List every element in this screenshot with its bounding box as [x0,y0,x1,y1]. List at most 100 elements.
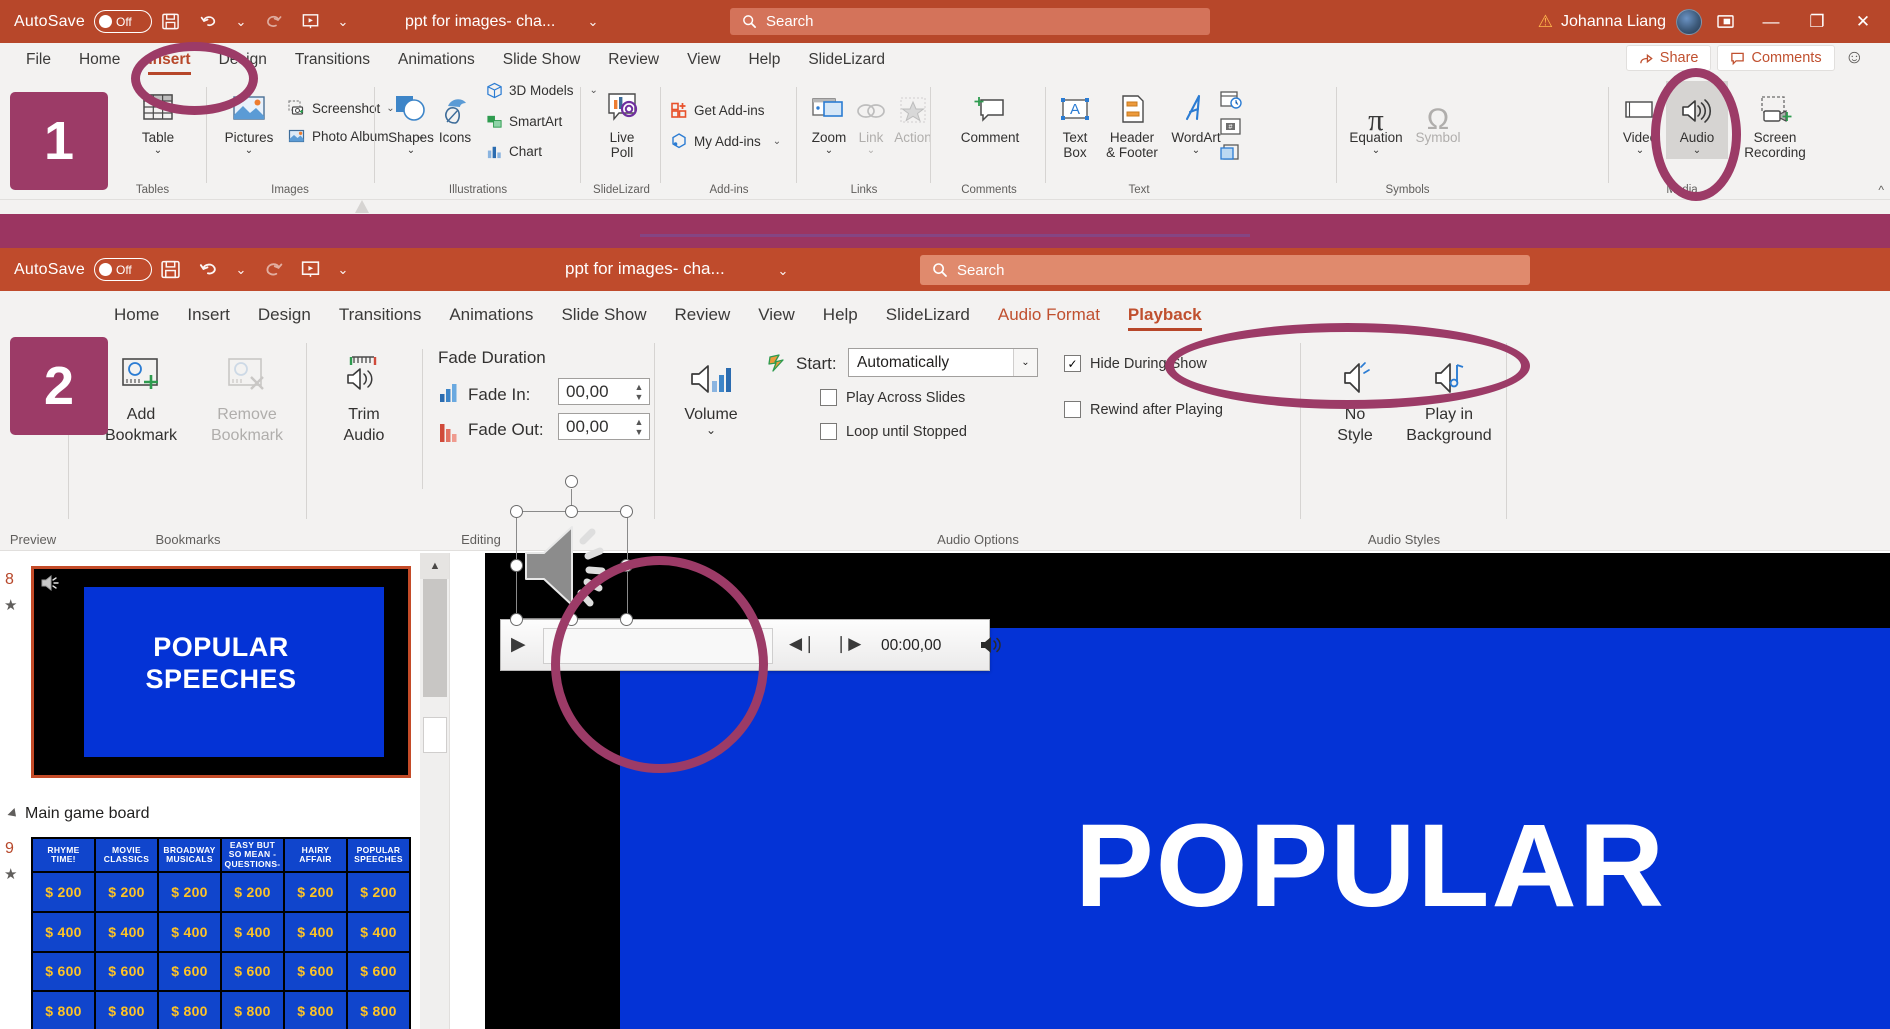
scrollbar-thumb[interactable] [423,579,447,697]
autosave-toggle-w2[interactable]: Off [94,258,152,281]
wordart-button[interactable]: WordArt ⌄ [1167,87,1225,155]
redo-icon[interactable] [254,5,292,39]
wordart-chevron-down-icon[interactable]: ⌄ [1192,146,1200,155]
video-chevron-down-icon[interactable]: ⌄ [1636,146,1644,155]
undo-icon[interactable] [190,5,228,39]
board-value-cell[interactable]: $ 600 [96,953,157,991]
audio-player-bar[interactable]: ▶ ◀❘ ❘▶ 00:00,00 [500,619,990,671]
qat-more-icon-w2[interactable]: ⌄ [330,253,356,287]
board-value-cell[interactable]: $ 600 [33,953,94,991]
player-step-forward-button[interactable]: ❘▶ [834,634,861,654]
share-button[interactable]: Share [1626,45,1712,71]
audio-chevron-down-icon[interactable]: ⌄ [1693,146,1701,155]
board-value-cell[interactable]: $ 400 [285,913,346,951]
handle-bottom-right[interactable] [620,613,633,626]
board-value-cell[interactable]: $ 200 [159,873,220,911]
remove-bookmark-button[interactable]: Remove Bookmark [192,349,302,446]
undo-dropdown-icon[interactable]: ⌄ [228,5,254,39]
zoom-chevron-down-icon[interactable]: ⌄ [825,146,833,155]
thumbnail-scrollbar[interactable]: ▲ [420,553,450,1029]
tab-w2-home[interactable]: Home [100,305,173,333]
live-poll-button[interactable]: Live Poll [592,87,652,160]
volume-button[interactable]: Volume ⌄ [670,349,752,435]
board-header-cell[interactable]: HAIRY AFFAIR [285,839,346,871]
title-dropdown-icon-w1[interactable]: ⌄ [580,5,606,39]
player-step-back-button[interactable]: ◀❘ [789,634,816,654]
start-presentation-icon[interactable] [292,5,330,39]
start-chevron-down-icon[interactable]: ⌄ [1013,349,1037,376]
slide-thumbnail-9-game-board[interactable]: RHYME TIME!MOVIE CLASSICSBROADWAY MUSICA… [31,837,411,1029]
comment-button[interactable]: Comment [952,87,1028,145]
handle-middle-right[interactable] [620,559,633,572]
redo-icon-w2[interactable] [254,253,292,287]
autosave-toggle[interactable]: Off [94,10,152,33]
current-slide[interactable]: POPULAR [485,553,1890,1029]
scrollbar-page-marker[interactable] [423,717,447,753]
tab-w2-audio-format[interactable]: Audio Format [984,305,1114,333]
player-volume-icon[interactable] [979,634,1005,661]
board-value-cell[interactable]: $ 800 [222,992,283,1029]
header-footer-button[interactable]: Header & Footer [1095,87,1169,160]
board-value-cell[interactable]: $ 600 [348,953,409,991]
table-button[interactable]: Table ⌄ [128,87,188,155]
screen-recording-button[interactable]: Screen Recording [1730,87,1820,160]
tab-w2-design[interactable]: Design [244,305,325,333]
tab-w2-review[interactable]: Review [661,305,745,333]
start-dropdown[interactable]: Automatically ⌄ [848,348,1038,377]
tab-w1-slide-show[interactable]: Slide Show [489,51,595,77]
board-value-cell[interactable]: $ 600 [159,953,220,991]
board-value-cell[interactable]: $ 400 [159,913,220,951]
player-play-button[interactable]: ▶ [511,633,526,656]
close-button[interactable]: ✕ [1840,0,1886,43]
tab-w2-insert[interactable]: Insert [173,305,244,333]
smartart-button[interactable]: SmartArt [486,113,562,130]
section-row-main-game-board[interactable]: Main game board [10,805,150,823]
get-addins-button[interactable]: Get Add-ins [670,101,765,119]
equation-chevron-down-icon[interactable]: ⌄ [1372,146,1380,155]
handle-top-right[interactable] [620,505,633,518]
start-presentation-icon-w2[interactable] [292,253,330,287]
avatar[interactable] [1676,9,1702,35]
video-button[interactable]: Video ⌄ [1612,87,1668,155]
search-box-w2[interactable]: Search [920,255,1530,285]
audio-button[interactable]: Audio ⌄ [1666,81,1728,159]
board-value-cell[interactable]: $ 800 [159,992,220,1029]
board-value-cell[interactable]: $ 800 [285,992,346,1029]
handle-middle-left[interactable] [510,559,523,572]
qat-more-icon[interactable]: ⌄ [330,5,356,39]
slide-thumbnail-8[interactable]: POPULAR SPEECHES [31,566,411,778]
save-icon-w2[interactable] [152,253,190,287]
hide-during-show-checkbox[interactable]: ✓ Hide During Show [1064,355,1207,372]
board-value-cell[interactable]: $ 200 [285,873,346,911]
board-value-cell[interactable]: $ 400 [348,913,409,951]
volume-chevron-down-icon[interactable]: ⌄ [706,426,716,435]
board-value-cell[interactable]: $ 200 [348,873,409,911]
text-box-button[interactable]: A Text Box [1049,87,1101,160]
board-value-cell[interactable]: $ 200 [96,873,157,911]
slide-thumbnail-panel[interactable]: 8 ★ POPULAR SPEECHES Main game board 9 ★… [0,553,450,1029]
tab-w2-slidelizard[interactable]: SlideLizard [872,305,984,333]
board-header-cell[interactable]: BROADWAY MUSICALS [159,839,220,871]
link-chevron-down-icon[interactable]: ⌄ [867,146,875,155]
loop-until-stopped-checkbox[interactable]: Loop until Stopped [820,423,967,440]
no-style-button[interactable]: No Style [1316,349,1394,446]
tab-w1-review[interactable]: Review [594,51,673,77]
tab-w2-slide-show[interactable]: Slide Show [547,305,660,333]
fade-out-input[interactable]: 00,00 ▲▼ [558,413,650,440]
tab-w1-view[interactable]: View [673,51,734,77]
title-dropdown-icon-w2[interactable]: ⌄ [770,254,796,288]
player-progress-track[interactable] [543,628,773,664]
fade-out-spinner[interactable]: ▲▼ [629,414,649,439]
tab-w1-slidelizard[interactable]: SlideLizard [794,51,899,77]
my-addins-button[interactable]: My Add-ins ⌄ [670,132,781,150]
board-header-cell[interactable]: MOVIE CLASSICS [96,839,157,871]
tab-w1-file[interactable]: File [12,51,65,77]
spinner-down-icon-2[interactable]: ▼ [635,427,644,437]
tab-w2-transitions[interactable]: Transitions [325,305,436,333]
handle-bottom-center[interactable] [565,613,578,626]
table-chevron-down-icon[interactable]: ⌄ [154,146,162,155]
tab-w1-transitions[interactable]: Transitions [281,51,384,77]
equation-button[interactable]: π Equation ⌄ [1340,87,1412,155]
shapes-chevron-down-icon[interactable]: ⌄ [407,146,415,155]
board-value-cell[interactable]: $ 800 [33,992,94,1029]
